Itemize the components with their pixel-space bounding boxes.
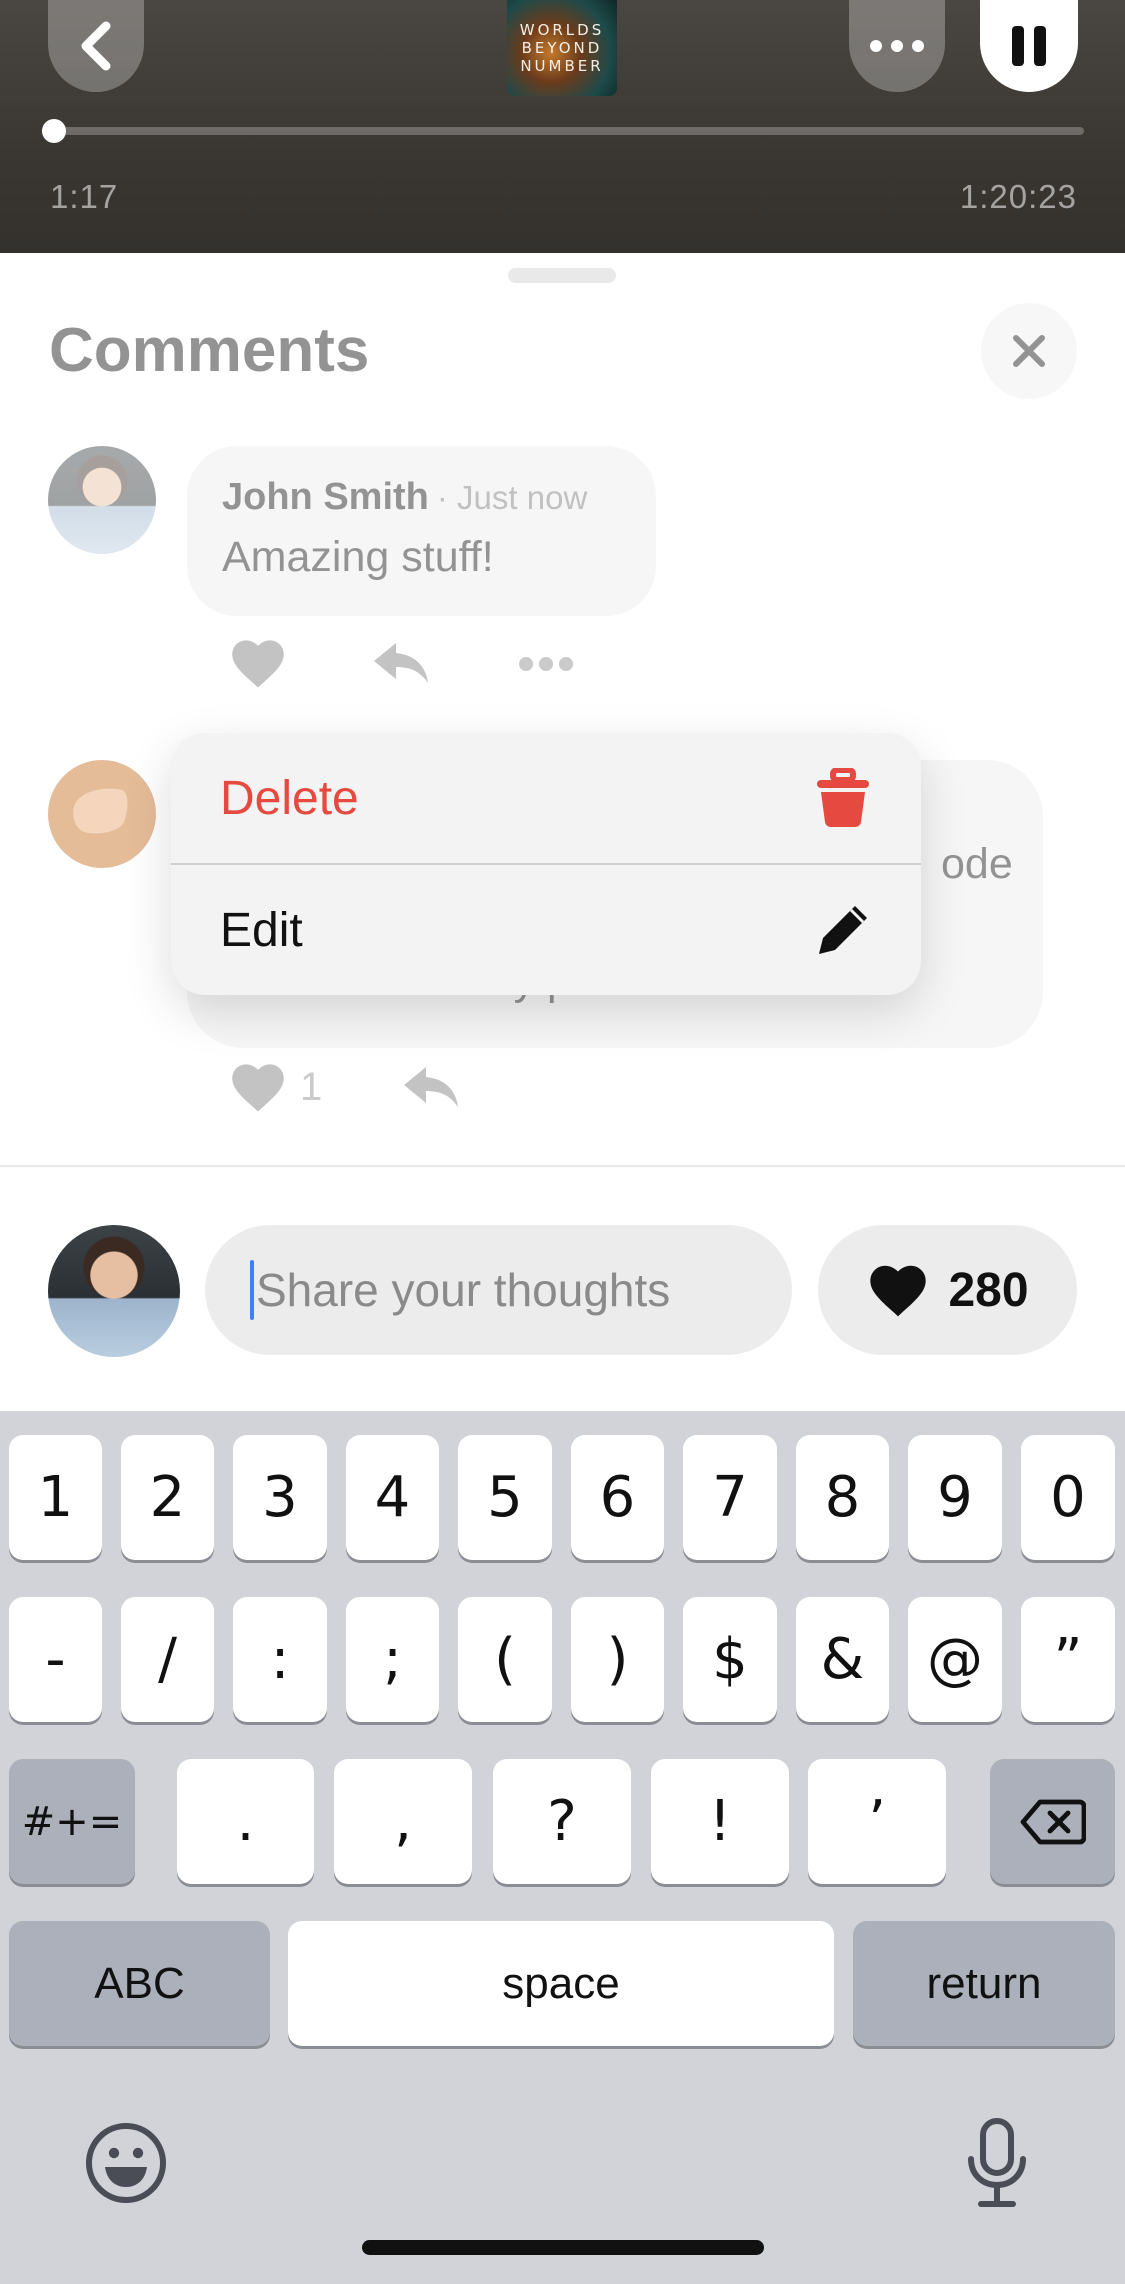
emoji-button[interactable] <box>84 2121 168 2210</box>
avatar[interactable] <box>48 1225 180 1357</box>
key-quote[interactable]: ” <box>1021 1597 1115 1722</box>
sheet-grabber[interactable] <box>508 268 616 283</box>
key-question[interactable]: ? <box>493 1759 631 1884</box>
key-more-symbols[interactable]: #+= <box>9 1759 135 1884</box>
key-comma[interactable]: , <box>334 1759 472 1884</box>
comment-text-fragment: ode <box>941 840 1013 888</box>
edit-menu-item[interactable]: Edit <box>171 865 921 995</box>
key-at[interactable]: @ <box>908 1597 1002 1722</box>
text-caret <box>250 1260 254 1320</box>
heart-icon <box>870 1265 927 1317</box>
remaining-time: 1:20:23 <box>959 178 1077 215</box>
cover-line-1: WORLDS <box>519 21 605 39</box>
key-open-paren[interactable]: ( <box>458 1597 552 1722</box>
cover-line-3: NUMBER <box>520 57 604 75</box>
key-slash[interactable]: / <box>121 1597 214 1722</box>
keyboard: 1 2 3 4 5 6 7 8 9 0 - / : ; ( ) $ & @ ” … <box>0 1411 1125 2284</box>
comment-context-menu: Delete Edit <box>171 733 921 995</box>
back-button[interactable] <box>48 0 144 92</box>
key-6[interactable]: 6 <box>571 1435 664 1560</box>
trash-icon <box>817 768 869 827</box>
comment-composer: Share your thoughts 280 <box>0 1165 1125 1411</box>
key-1[interactable]: 1 <box>9 1435 102 1560</box>
comment-more-button[interactable] <box>518 656 574 672</box>
progress-track[interactable] <box>42 119 1084 143</box>
ellipsis-icon <box>519 657 573 671</box>
pause-button[interactable] <box>980 0 1078 92</box>
reply-button[interactable] <box>402 1065 462 1109</box>
delete-menu-item[interactable]: Delete <box>171 733 921 863</box>
backspace-key[interactable] <box>990 1759 1115 1884</box>
comment-input[interactable]: Share your thoughts <box>205 1225 792 1355</box>
key-ampersand[interactable]: & <box>796 1597 889 1722</box>
dictation-button[interactable] <box>965 2117 1029 2214</box>
like-episode-button[interactable]: 280 <box>818 1225 1077 1355</box>
abc-key[interactable]: ABC <box>9 1921 270 2046</box>
heart-icon <box>232 1064 284 1112</box>
ellipsis-icon <box>870 40 924 52</box>
podcast-cover[interactable]: WORLDS BEYOND NUMBER <box>507 0 617 96</box>
key-semicolon[interactable]: ; <box>346 1597 439 1722</box>
pause-icon <box>1012 26 1046 66</box>
key-0[interactable]: 0 <box>1021 1435 1115 1560</box>
microphone-icon <box>968 2118 1026 2207</box>
key-exclamation[interactable]: ! <box>651 1759 789 1884</box>
key-hyphen[interactable]: - <box>9 1597 102 1722</box>
cover-line-2: BEYOND <box>521 39 603 57</box>
elapsed-time: 1:17 <box>50 178 119 215</box>
chevron-left-icon <box>81 21 111 71</box>
key-3[interactable]: 3 <box>233 1435 327 1560</box>
avatar[interactable] <box>48 760 156 868</box>
like-button[interactable]: 1 <box>228 1060 322 1114</box>
pencil-icon <box>819 906 867 954</box>
close-button[interactable] <box>981 303 1077 399</box>
key-4[interactable]: 4 <box>346 1435 439 1560</box>
reply-icon <box>374 643 428 683</box>
key-colon[interactable]: : <box>233 1597 327 1722</box>
edit-label: Edit <box>220 903 303 957</box>
key-period[interactable]: . <box>177 1759 314 1884</box>
progress-knob[interactable] <box>42 119 66 143</box>
delete-label: Delete <box>220 771 359 825</box>
key-7[interactable]: 7 <box>683 1435 777 1560</box>
emoji-icon <box>86 2123 166 2203</box>
avatar-shape-icon <box>73 788 128 834</box>
reply-icon <box>404 1067 458 1107</box>
comment-input-placeholder: Share your thoughts <box>256 1264 671 1316</box>
key-8[interactable]: 8 <box>796 1435 889 1560</box>
close-icon <box>1013 335 1045 367</box>
key-dollar[interactable]: $ <box>683 1597 777 1722</box>
sheet-title: Comments <box>49 316 370 385</box>
comment-text: Amazing stuff! <box>222 533 494 581</box>
return-key[interactable]: return <box>853 1921 1115 2046</box>
like-button[interactable] <box>228 636 288 690</box>
space-key[interactable]: space <box>288 1921 834 2046</box>
avatar[interactable] <box>48 446 156 554</box>
reply-button[interactable] <box>372 641 432 685</box>
comments-sheet: Comments John Smith · Just now Amazing st… <box>0 253 1125 1165</box>
likes-count: 280 <box>948 1263 1029 1317</box>
player-header: WORLDS BEYOND NUMBER 1:17 1:20:23 <box>0 0 1125 253</box>
key-9[interactable]: 9 <box>908 1435 1002 1560</box>
key-5[interactable]: 5 <box>458 1435 552 1560</box>
comment-author[interactable]: John Smith <box>222 476 429 518</box>
key-apostrophe[interactable]: ’ <box>808 1759 946 1884</box>
heart-icon <box>232 640 284 688</box>
home-indicator <box>362 2240 764 2255</box>
like-count: 1 <box>300 1064 323 1109</box>
key-close-paren[interactable]: ) <box>571 1597 664 1722</box>
more-button[interactable] <box>849 0 945 92</box>
comment-bubble[interactable]: John Smith · Just now Amazing stuff! <box>187 446 656 616</box>
key-2[interactable]: 2 <box>121 1435 214 1560</box>
backspace-icon <box>1020 1799 1086 1844</box>
comment-time: · Just now <box>436 479 588 516</box>
